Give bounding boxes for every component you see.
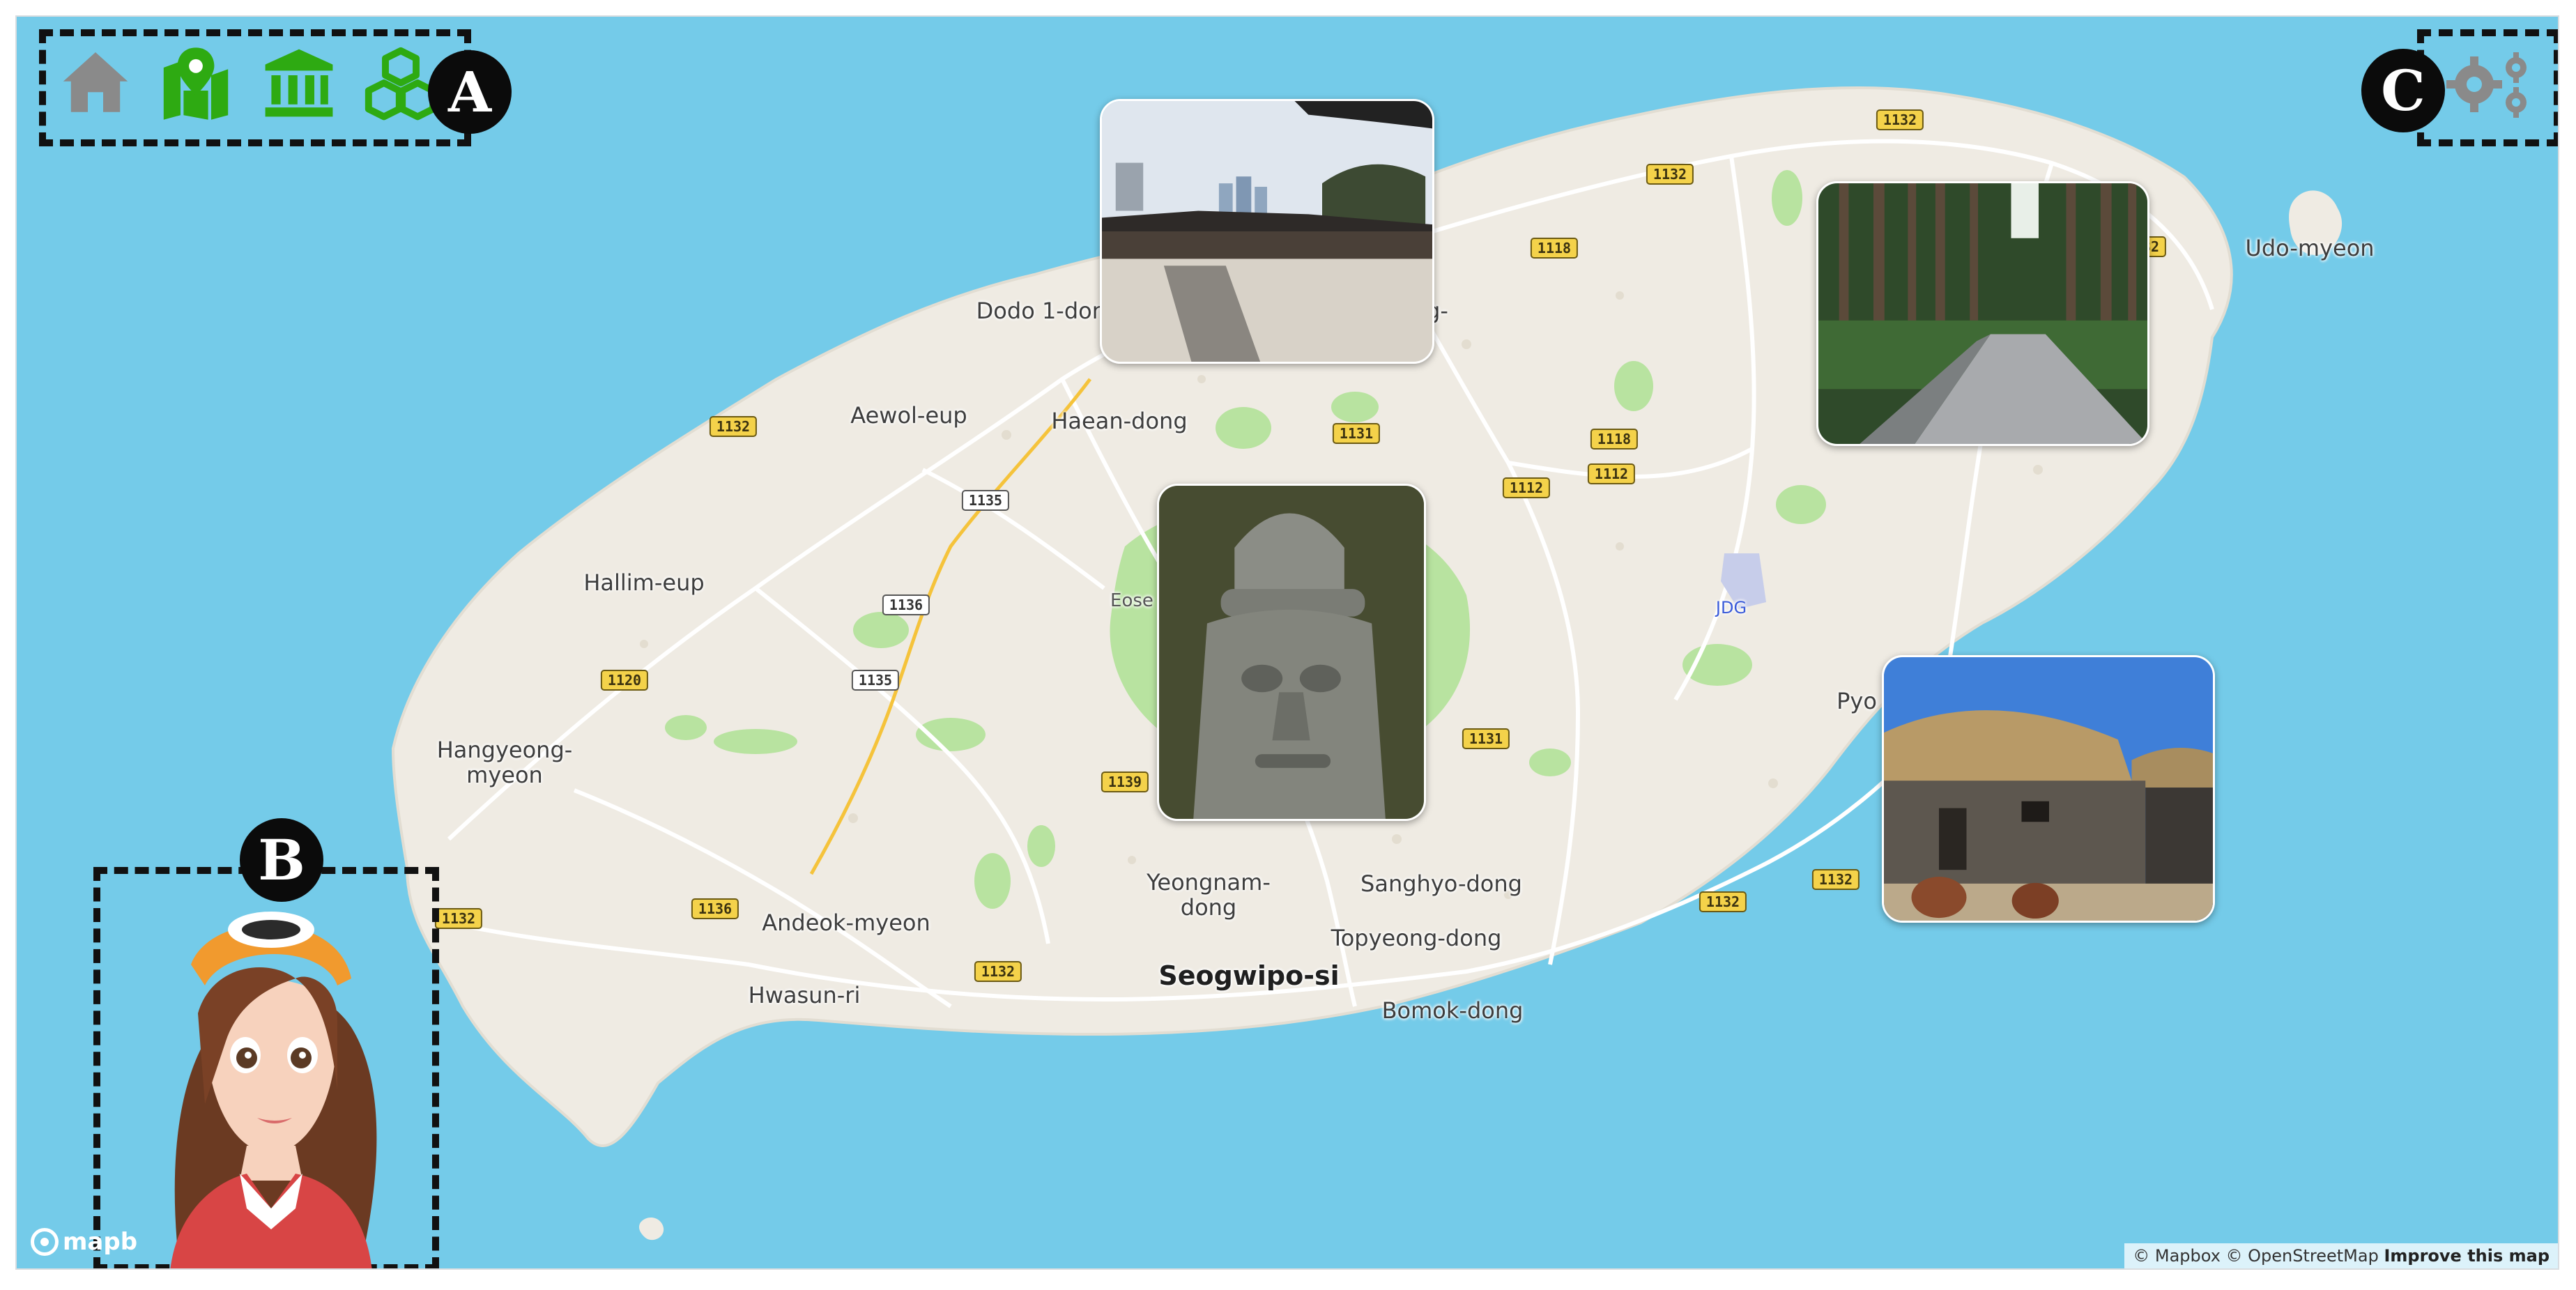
route-shield: 1118 — [1590, 429, 1639, 450]
route-shield: 1112 — [1587, 463, 1636, 484]
route-shield: 1136 — [691, 898, 739, 919]
gears-icon — [2446, 52, 2527, 118]
route-shield: 1132 — [1876, 109, 1924, 130]
improve-map-link[interactable]: Improve this map — [2384, 1246, 2550, 1266]
mapbox-logo-text: mapb — [63, 1228, 138, 1256]
stone-grandfather-statue-photo[interactable] — [1157, 484, 1426, 821]
airport-label-jdg: JDG — [1715, 598, 1747, 617]
route-shield: 1132 — [1646, 164, 1694, 185]
museum-button[interactable] — [261, 45, 337, 121]
mapbox-logo-icon — [31, 1228, 59, 1256]
place-label-yeongnam: Yeongnam- dong — [1147, 869, 1271, 921]
place-label-dodo: Dodo 1-dong — [976, 298, 1121, 324]
route-shield: 1135 — [851, 670, 900, 691]
route-shield: 1120 — [600, 670, 649, 691]
cubes-button[interactable] — [362, 45, 439, 121]
route-shield: 1131 — [1332, 423, 1381, 444]
attribution-text[interactable]: © Mapbox © OpenStreetMap — [2133, 1246, 2379, 1266]
route-shield: 1132 — [974, 961, 1022, 982]
thatched-house-photo[interactable] — [1882, 655, 2215, 923]
place-label-seogwipo: Seogwipo-si — [1158, 960, 1340, 991]
place-label-pyo: Pyo — [1837, 688, 1877, 714]
map-button[interactable] — [158, 45, 234, 121]
place-label-aewol: Aewol-eup — [850, 402, 967, 429]
place-label-udo: Udo-myeon — [2245, 235, 2375, 261]
route-shield: 1112 — [1502, 477, 1551, 498]
route-shield: 1131 — [1462, 728, 1510, 749]
cubes-icon — [365, 47, 437, 121]
route-shield: 1118 — [1530, 238, 1579, 259]
place-label-topyeong: Topyeong-dong — [1331, 925, 1502, 951]
place-label-hallim: Hallim-eup — [583, 569, 705, 596]
route-shield: 1132 — [1699, 891, 1747, 912]
route-shield: 1132 — [1811, 869, 1860, 890]
map-pin-icon — [163, 47, 229, 120]
route-shield: 1139 — [1101, 771, 1149, 792]
place-label-hangyeong: Hangyeong- myeon — [436, 737, 573, 788]
route-shield: 1136 — [882, 594, 930, 615]
woman-avatar[interactable] — [128, 881, 407, 1268]
place-label-eose: Eose — [1110, 590, 1153, 611]
mapbox-logo[interactable]: mapb — [31, 1228, 137, 1256]
route-shield: 1135 — [961, 490, 1010, 511]
forest-path-photo[interactable] — [1816, 181, 2149, 446]
route-shield: 1132 — [709, 416, 758, 437]
museum-icon — [265, 49, 333, 117]
settings-button[interactable] — [2441, 45, 2538, 121]
home-icon — [63, 52, 128, 112]
place-label-sanghyo: Sanghyo-dong — [1360, 870, 1522, 897]
marker-a: A — [428, 50, 512, 134]
place-label-bomok: Bomok-dong — [1381, 997, 1524, 1024]
map-viewport[interactable]: Dodo 1-dong Aewol-eup Haean-dong Hallim-… — [15, 15, 2559, 1270]
home-button[interactable] — [57, 45, 134, 121]
place-label-hwasun: Hwasun-ri — [748, 982, 861, 1008]
palace-courtyard-photo[interactable] — [1100, 99, 1434, 364]
map-attribution: © Mapbox © OpenStreetMap Improve this ma… — [2124, 1243, 2558, 1268]
marker-c: C — [2361, 49, 2445, 132]
place-label-haean: Haean-dong — [1051, 408, 1188, 434]
place-label-andeok: Andeok-myeon — [762, 909, 930, 936]
route-shield: 1132 — [434, 908, 483, 929]
